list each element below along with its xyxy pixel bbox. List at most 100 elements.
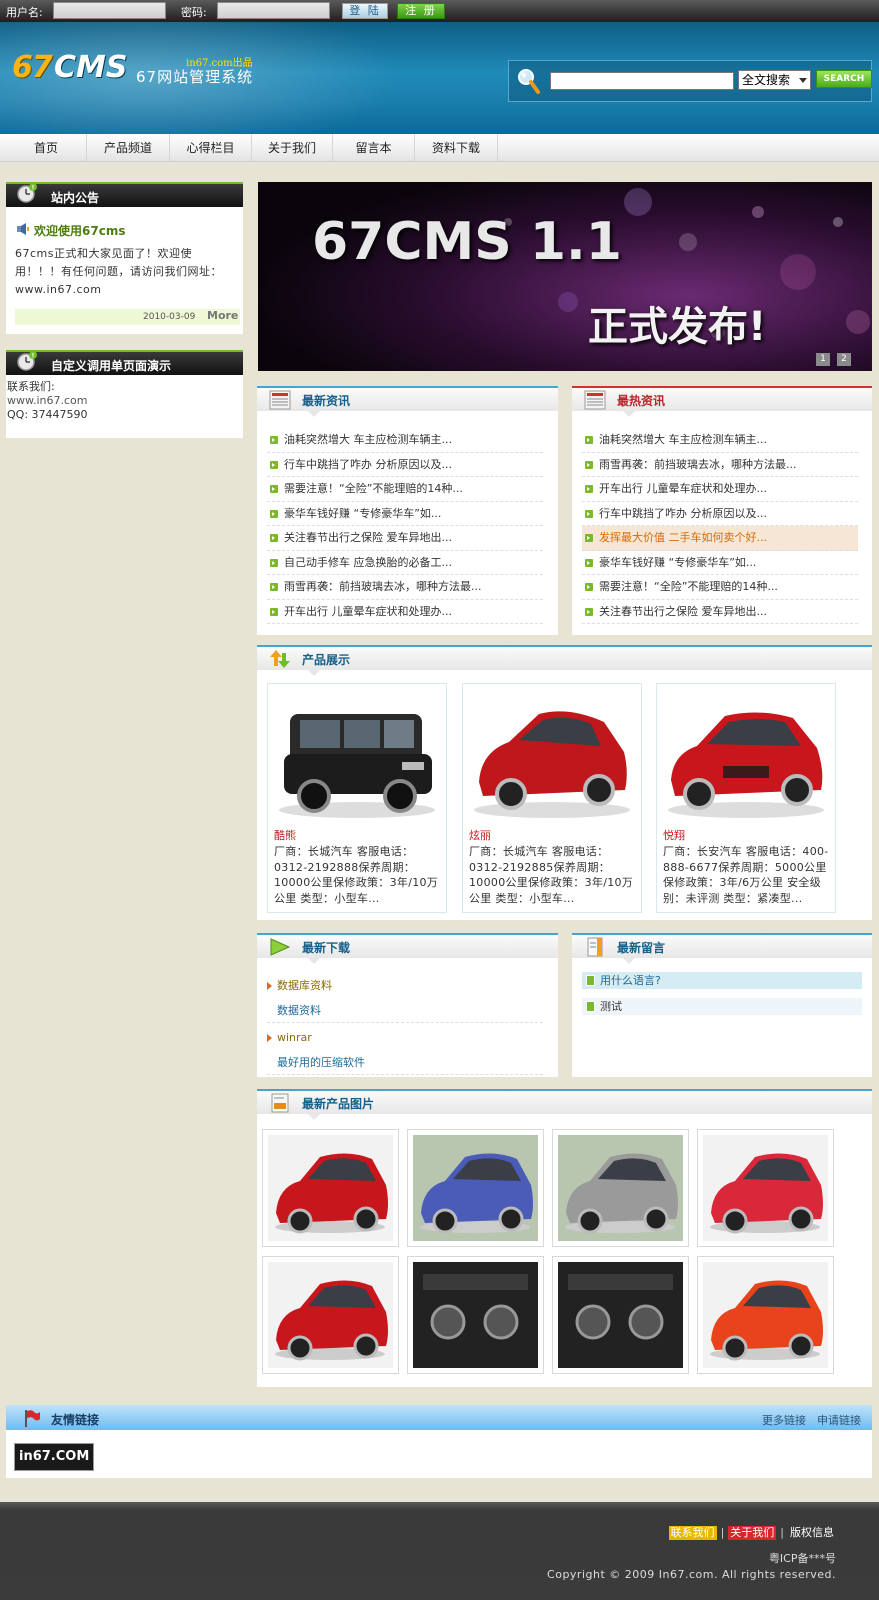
car-image[interactable] [274,692,440,822]
nav-item-products[interactable]: 产品频道 [87,134,170,162]
gallery-thumbnail[interactable] [697,1129,834,1247]
arrow-bullet-icon [585,509,593,518]
more-link[interactable]: More [207,309,238,322]
search-button[interactable]: SEARCH [816,70,872,88]
product-card[interactable]: 悦翔 厂商：长安汽车 客服电话：400-888-6677保养周期：5000公里保… [656,683,836,913]
search-input[interactable] [550,72,734,90]
arrow-bullet-icon [585,436,593,444]
footer-contact-link[interactable]: 联系我们 [668,1526,717,1540]
announcement-title: 站内公告 [51,191,100,205]
announcement-panel: ! 站内公告 欢迎使用67cms 67cms正式和大家见面了！欢迎使用！！！有任… [6,182,243,334]
product-name[interactable]: 酷熊 [274,827,296,843]
product-name[interactable]: 悦翔 [663,827,685,843]
gallery-thumbnail[interactable] [407,1256,544,1374]
logo-text[interactable]: CMS [54,50,127,85]
in67-logo-link[interactable]: in67.COM [14,1443,94,1471]
list-item[interactable]: 开车出行 儿童晕车症状和处理办... [267,600,543,624]
svg-text:!: ! [32,353,35,360]
product-card[interactable]: 酷熊 厂商：长城汽车 客服电话：0312-2192888保养周期：10000公里… [267,683,447,913]
gallery-header: 最新产品图片 [257,1089,872,1120]
gallery-thumbnail[interactable] [552,1256,689,1374]
download-category[interactable]: 数据库资料 [267,973,543,998]
list-item[interactable]: 需要注意！“全险”不能理赔的14种... [582,575,858,600]
announcement-header: ! 站内公告 [6,182,243,207]
gallery-thumbnail[interactable] [552,1129,689,1247]
nav-item-experience[interactable]: 心得栏目 [170,134,252,162]
announcement-item-title[interactable]: 欢迎使用67cms [34,222,125,239]
download-category[interactable]: winrar [267,1025,543,1050]
nav-item-about[interactable]: 关于我们 [252,134,333,162]
list-item[interactable]: 油耗突然增大 车主应检测车辆主... [582,428,858,453]
list-item[interactable]: 雨雪再袭：前挡玻璃去冰，哪种方法最... [582,453,858,477]
message-item[interactable]: 测试 [582,998,862,1015]
nav-item-guestbook[interactable]: 留言本 [333,134,415,162]
messages-title: 最新留言 [617,941,666,955]
banner-page-2[interactable]: 2 [837,353,851,366]
announcement-text: 67cms正式和大家见面了！欢迎使用！！！有任何问题，请访问我们网址：www.i… [15,247,222,296]
list-item[interactable]: 开车出行 儿童晕车症状和处理办... [582,477,858,502]
footer-links: 联系我们 | 关于我们 | 版权信息 [668,1526,836,1540]
apply-link-link[interactable]: 申请链接 [817,1412,861,1428]
list-item[interactable]: 关注春节出行之保险 爱车异地出... [582,600,858,624]
list-item[interactable]: 需要注意！“全险”不能理赔的14种... [267,477,543,502]
footer-about-link[interactable]: 关于我们 [728,1526,777,1540]
car-photo-image[interactable] [268,1262,393,1368]
message-item[interactable]: 用什么语言? [582,972,862,989]
footer-copyright-link[interactable]: 版权信息 [788,1526,836,1540]
gallery-thumbnail[interactable] [262,1129,399,1247]
car-photo-image[interactable] [703,1135,828,1241]
register-button[interactable]: 注 册 [397,3,445,19]
list-item[interactable]: 行车中跳挡了咋办 分析原因以及... [582,502,858,526]
arrow-bullet-icon [270,607,278,616]
hot-news-panel: 最热资讯 油耗突然增大 车主应检测车辆主... 雨雪再袭：前挡玻璃去冰，哪种方法… [572,386,872,635]
arrow-bullet-icon [270,558,278,567]
clock-icon: ! [17,351,37,371]
chevron-down-icon [799,78,807,83]
car-photo-image[interactable] [703,1262,828,1368]
gallery-thumbnail[interactable] [697,1256,834,1374]
gallery-thumbnail[interactable] [262,1256,399,1374]
product-card[interactable]: 炫丽 厂商：长城汽车 客服电话：0312-2192885保养周期：10000公里… [462,683,642,913]
logo-number[interactable]: 67 [12,50,53,85]
newspaper-icon [269,390,291,410]
download-item[interactable]: 最好用的压缩软件 [267,1050,543,1075]
list-item[interactable]: 雨雪再袭：前挡玻璃去冰，哪种方法最... [267,575,543,600]
list-item[interactable]: 豪华车钱好赚 “专修豪华车”如... [267,502,543,526]
contact-website[interactable]: www.in67.com [7,394,88,408]
login-button[interactable]: 登 陆 [342,3,388,19]
speaker-icon [17,223,29,235]
car-photo-image[interactable] [558,1135,683,1241]
banner-slider[interactable]: 67CMS 1.1 正式发布! 1 2 [258,182,872,371]
list-item[interactable]: 自己动手修车 应急换胎的必备工... [267,551,543,575]
list-item[interactable]: 油耗突然增大 车主应检测车辆主... [267,428,543,453]
gallery-thumbnail[interactable] [407,1129,544,1247]
downloads-list: 数据库资料 数据资料 winrar 最好用的压缩软件 [267,973,543,1075]
download-item[interactable]: 数据资料 [267,998,543,1023]
product-name[interactable]: 炫丽 [469,827,491,843]
car-image[interactable] [469,692,635,822]
products-title: 产品展示 [302,653,351,667]
downloads-panel: 最新下载 数据库资料 数据资料 winrar 最好用的压缩软件 [257,933,558,1077]
car-photo-image[interactable] [558,1262,683,1368]
list-item[interactable]: 豪华车钱好赚 “专修豪华车”如... [582,551,858,575]
list-item-highlighted[interactable]: 发挥最大价值 二手车如何卖个好... [582,526,858,551]
list-item[interactable]: 关注春节出行之保险 爱车异地出... [267,526,543,551]
list-item[interactable]: 行车中跳挡了咋办 分析原因以及... [267,453,543,477]
car-image[interactable] [663,692,829,822]
downloads-header: 最新下载 [257,933,558,964]
car-photo-image[interactable] [413,1135,538,1241]
contact-qq: QQ: 37447590 [7,408,88,421]
friend-links-panel: 友情链接 更多链接 申请链接 in67.COM [6,1405,872,1478]
car-photo-image[interactable] [268,1135,393,1241]
nav-item-home[interactable]: 首页 [6,134,87,162]
search-scope-select[interactable]: 全文搜索 [738,70,811,90]
newspaper-icon [584,390,606,410]
banner-page-1[interactable]: 1 [816,353,830,366]
car-photo-image[interactable] [413,1262,538,1368]
username-input[interactable] [53,2,166,19]
friend-links-header: 友情链接 更多链接 申请链接 [6,1405,872,1430]
nav-item-downloads[interactable]: 资料下载 [415,134,498,162]
note-icon [586,975,595,986]
more-links-link[interactable]: 更多链接 [762,1412,806,1428]
password-input[interactable] [217,2,330,19]
